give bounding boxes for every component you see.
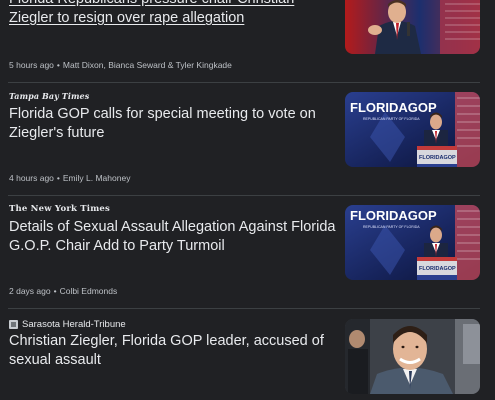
thumbnail-banner: FLORIDAGOP bbox=[350, 208, 437, 223]
thumbnail-image bbox=[345, 0, 480, 54]
article-authors: Colbi Edmonds bbox=[59, 286, 118, 296]
source-logo: Tampa Bay Times bbox=[9, 91, 90, 101]
podium-logo: FLORIDAGOP bbox=[419, 155, 456, 161]
podium-logo: FLORIDAGOP bbox=[419, 266, 456, 272]
article-thumbnail[interactable] bbox=[345, 0, 480, 54]
source-favicon-icon bbox=[9, 319, 18, 329]
thumbnail-image bbox=[345, 319, 480, 394]
article-card[interactable]: Sarasota Herald-Tribune Christian Ziegle… bbox=[0, 309, 495, 400]
meta-separator: • bbox=[56, 60, 60, 70]
article-thumbnail[interactable]: FLORIDAGOP REPUBLICAN PARTY OF FLORIDA F… bbox=[345, 205, 480, 280]
article-authors: Matt Dixon, Bianca Seward & Tyler Kingka… bbox=[62, 60, 232, 70]
thumbnail-subtext: REPUBLICAN PARTY OF FLORIDA bbox=[363, 225, 420, 229]
article-headline[interactable]: Florida GOP calls for special meeting to… bbox=[9, 105, 339, 143]
news-feed: Florida Republicans pressure chair Chris… bbox=[0, 0, 495, 400]
article-card[interactable]: Tampa Bay Times Florida GOP calls for sp… bbox=[0, 83, 495, 196]
thumbnail-subtext: REPUBLICAN PARTY OF FLORIDA bbox=[363, 117, 420, 121]
meta-separator: • bbox=[53, 286, 57, 296]
thumbnail-banner: FLORIDAGOP bbox=[350, 100, 437, 115]
article-meta: 4 hours ago • Emily L. Mahoney bbox=[9, 173, 130, 183]
article-time: 5 hours ago bbox=[9, 60, 54, 70]
article-headline[interactable]: Florida Republicans pressure chair Chris… bbox=[9, 0, 339, 28]
article-source: Tampa Bay Times bbox=[9, 90, 89, 102]
thumbnail-image: FLORIDAGOP REPUBLICAN PARTY OF FLORIDA F… bbox=[345, 92, 480, 167]
article-headline[interactable]: Details of Sexual Assault Allegation Aga… bbox=[9, 218, 339, 256]
article-time: 2 days ago bbox=[9, 286, 51, 296]
article-thumbnail[interactable] bbox=[345, 319, 480, 394]
article-thumbnail[interactable]: FLORIDAGOP REPUBLICAN PARTY OF FLORIDA F… bbox=[345, 92, 480, 167]
source-logo: The New York Times bbox=[9, 204, 110, 214]
article-time: 4 hours ago bbox=[9, 173, 54, 183]
meta-separator: • bbox=[56, 173, 60, 183]
thumbnail-image: FLORIDAGOP REPUBLICAN PARTY OF FLORIDA F… bbox=[345, 205, 480, 280]
article-source: The New York Times bbox=[9, 203, 110, 215]
article-source: Sarasota Herald-Tribune bbox=[9, 318, 126, 330]
article-card[interactable]: Florida Republicans pressure chair Chris… bbox=[0, 0, 495, 83]
article-headline[interactable]: Christian Ziegler, Florida GOP leader, a… bbox=[9, 332, 339, 370]
article-meta: 5 hours ago • Matt Dixon, Bianca Seward & … bbox=[9, 60, 232, 70]
article-meta: 2 days ago • Colbi Edmonds bbox=[9, 286, 117, 296]
article-card[interactable]: The New York Times Details of Sexual Ass… bbox=[0, 196, 495, 309]
article-authors: Emily L. Mahoney bbox=[62, 173, 131, 183]
source-name: Sarasota Herald-Tribune bbox=[22, 318, 126, 330]
